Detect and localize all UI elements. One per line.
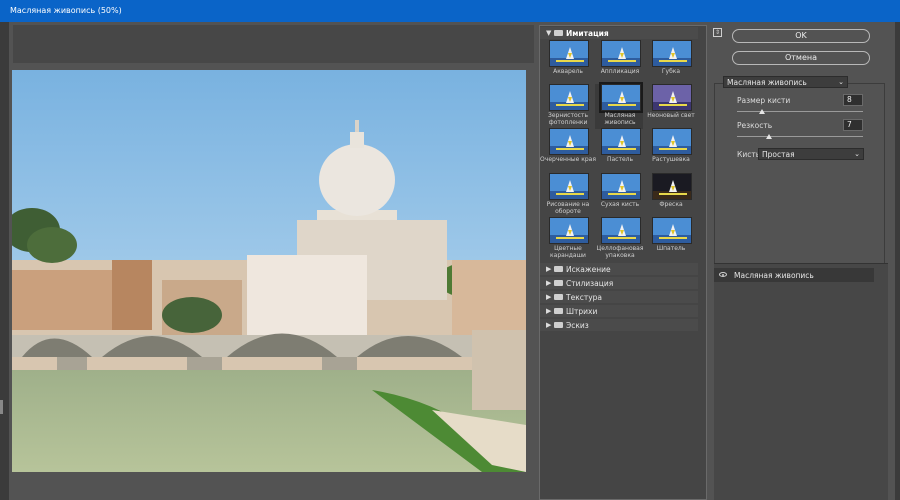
category-imitation[interactable]: ▼ Имитация bbox=[540, 27, 698, 39]
filter-thumb[interactable]: Шпатель bbox=[646, 217, 694, 262]
folder-icon bbox=[554, 30, 563, 36]
brush-size-slider[interactable] bbox=[737, 111, 863, 112]
filter-thumb-label: Неоновый свет bbox=[647, 112, 695, 119]
filter-preview-image bbox=[652, 217, 692, 244]
folder-icon bbox=[554, 322, 563, 328]
filter-thumb-label: Цветные карандаши bbox=[550, 245, 586, 259]
filter-thumb[interactable]: Рисование на обороте bbox=[543, 173, 591, 218]
filter-thumb-label: Рисование на обороте bbox=[546, 201, 590, 215]
expand-arrow-icon: ▶ bbox=[546, 307, 552, 315]
sharpness-slider[interactable] bbox=[737, 136, 863, 137]
filter-preview-image bbox=[652, 173, 692, 200]
filter-preview-image bbox=[549, 40, 589, 67]
filter-preview-image bbox=[652, 40, 692, 67]
preview-image[interactable] bbox=[12, 70, 526, 472]
filter-preview-image bbox=[601, 40, 641, 67]
folder-icon bbox=[554, 308, 563, 314]
brush-type-select[interactable]: Простая ⌄ bbox=[758, 148, 864, 160]
filter-preview-image bbox=[652, 84, 692, 111]
category-sketch[interactable]: ▶ Эскиз bbox=[540, 319, 698, 331]
filter-preview-image bbox=[601, 173, 641, 200]
eye-icon[interactable] bbox=[719, 272, 727, 277]
sharpness-slider-handle[interactable] bbox=[765, 134, 772, 139]
expand-arrow-icon: ▶ bbox=[546, 293, 552, 301]
category-strokes[interactable]: ▶ Штрихи bbox=[540, 305, 698, 317]
filter-thumb-label: Зернистость фотопленки bbox=[548, 112, 588, 126]
filter-thumb-label: Пастель bbox=[606, 156, 634, 163]
ok-button[interactable]: OK bbox=[732, 29, 870, 43]
filter-thumb[interactable]: Зернистость фотопленки bbox=[543, 84, 591, 129]
filter-preview-image bbox=[599, 82, 643, 113]
filter-thumb[interactable]: Цветные карандаши bbox=[543, 217, 591, 262]
expand-arrow-icon: ▶ bbox=[546, 279, 552, 287]
chevron-down-icon: ⌄ bbox=[854, 150, 860, 158]
filter-thumb-label: Акварель bbox=[553, 68, 583, 75]
expand-arrow-icon: ▼ bbox=[546, 29, 552, 37]
rome-painting-image bbox=[12, 70, 526, 472]
category-stylize[interactable]: ▶ Стилизация bbox=[540, 277, 698, 289]
filter-thumb[interactable]: Акварель bbox=[543, 40, 591, 85]
category-distort[interactable]: ▶ Искажение bbox=[540, 263, 698, 275]
filter-thumb[interactable]: Губка bbox=[646, 40, 694, 85]
filter-thumb[interactable]: Неоновый свет bbox=[646, 84, 695, 129]
filter-thumb[interactable]: Растушевка bbox=[646, 128, 694, 173]
brush-size-input[interactable]: 8 bbox=[843, 94, 863, 106]
effect-layers-panel: Масляная живопись bbox=[714, 263, 888, 500]
filter-preview-image bbox=[549, 217, 589, 244]
filter-thumb[interactable]: Целлофановая упаковка bbox=[595, 217, 643, 262]
expand-arrow-icon: ▶ bbox=[546, 321, 552, 329]
expand-arrow-icon: ▶ bbox=[546, 265, 552, 273]
folder-icon bbox=[554, 266, 563, 272]
settings-panel: ⇕ OK Отмена Масляная живопись ⌄ Размер к… bbox=[710, 25, 890, 500]
sharpness-input[interactable]: 7 bbox=[843, 119, 863, 131]
filter-thumb-label: Масляная живопись bbox=[604, 112, 636, 126]
filter-thumb-label: Фреска bbox=[659, 201, 683, 208]
chevron-down-icon: ⌄ bbox=[838, 78, 844, 86]
effect-layer[interactable]: Масляная живопись bbox=[714, 268, 874, 282]
filter-preview-image bbox=[549, 173, 589, 200]
sharpness-label: Резкость bbox=[737, 121, 773, 130]
filter-preview-image bbox=[652, 128, 692, 155]
filter-preview-image bbox=[601, 128, 641, 155]
filter-thumb[interactable]: Фреска bbox=[646, 173, 694, 218]
filter-select[interactable]: Масляная живопись ⌄ bbox=[723, 76, 848, 88]
filter-thumb-label: Шпатель bbox=[656, 245, 686, 252]
preview-toolbar bbox=[13, 25, 534, 63]
brush-size-label: Размер кисти bbox=[737, 96, 791, 105]
filter-thumb-label: Целлофановая упаковка bbox=[596, 245, 644, 259]
filter-thumb[interactable]: Сухая кисть bbox=[595, 173, 643, 218]
filter-thumb[interactable]: Пастель bbox=[595, 128, 643, 173]
filter-thumb-label: Губка bbox=[661, 68, 681, 75]
filter-thumb-label: Растушевка bbox=[652, 156, 690, 163]
scroll-marker bbox=[0, 400, 3, 414]
collapse-gallery-button[interactable]: ⇕ bbox=[713, 28, 722, 37]
category-texture[interactable]: ▶ Текстура bbox=[540, 291, 698, 303]
filter-thumb-label: Очерченные края bbox=[540, 156, 596, 163]
filter-preview-image bbox=[601, 217, 641, 244]
brush-size-slider-handle[interactable] bbox=[759, 109, 766, 114]
filter-thumb-label: Аппликация bbox=[600, 68, 640, 75]
title-bar: Масляная живопись (50%) bbox=[0, 0, 900, 22]
cancel-button[interactable]: Отмена bbox=[732, 51, 870, 65]
folder-icon bbox=[554, 280, 563, 286]
filter-thumb[interactable]: Аппликация bbox=[595, 40, 643, 85]
window-title: Масляная живопись (50%) bbox=[10, 6, 122, 15]
filter-thumb[interactable]: Очерченные края bbox=[540, 128, 596, 173]
folder-icon bbox=[554, 294, 563, 300]
filter-gallery: ▼ Имитация Акварель Аппликация Губка Зернис… bbox=[539, 25, 707, 500]
filter-thumb[interactable]: Масляная живопись bbox=[595, 82, 643, 129]
filter-preview-image bbox=[549, 84, 589, 111]
filter-preview-image bbox=[549, 128, 589, 155]
filter-thumb-label: Сухая кисть bbox=[600, 201, 640, 208]
filter-params: Масляная живопись ⌄ Размер кисти 8 Резко… bbox=[714, 76, 885, 286]
